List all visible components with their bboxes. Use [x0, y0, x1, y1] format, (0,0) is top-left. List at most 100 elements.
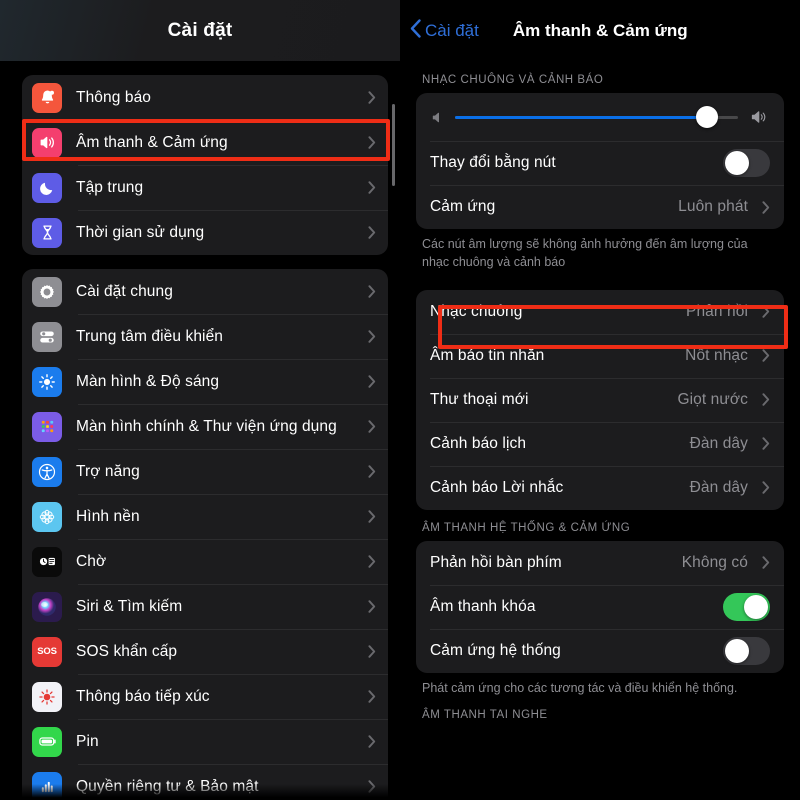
- sidebar-item-label: Chờ: [76, 552, 107, 570]
- row-label: Phản hồi bàn phím: [430, 553, 562, 571]
- section-footer-note: Phát cảm ứng cho các tương tác và điều k…: [422, 680, 738, 695]
- sidebar-item-3[interactable]: Màn hình & Độ sáng: [22, 359, 388, 404]
- row-label: Cảnh báo Lời nhắc: [430, 478, 564, 496]
- sidebar-item-3[interactable]: Tập trung: [22, 165, 388, 210]
- chevron-right-icon: [762, 437, 770, 450]
- chevron-right-icon: [762, 305, 770, 318]
- sidebar-item-label: Hình nền: [76, 507, 140, 525]
- settings-row[interactable]: Nhạc chuông Phản hồi: [416, 290, 784, 334]
- settings-card: Nhạc chuông Phản hồi Âm báo tin nhắn Nốt nh…: [416, 289, 784, 510]
- chevron-right-icon: [368, 420, 376, 433]
- detail-header: Cài đặt Âm thanh & Cảm ứng: [400, 0, 800, 62]
- chevron-right-icon: [368, 735, 376, 748]
- sidebar-item-label: Thông báo tiếp xúc: [76, 687, 210, 705]
- speaker-waves-icon: [32, 127, 62, 158]
- moon-icon: [32, 172, 62, 203]
- back-button[interactable]: Cài đặt: [410, 19, 479, 43]
- sidebar-item-4[interactable]: Màn hình chính & Thư viện ứng dụng: [22, 404, 388, 449]
- toggle-switch[interactable]: [723, 592, 770, 621]
- chevron-right-icon: [368, 645, 376, 658]
- sidebar-item-label: SOS khẩn cấp: [76, 642, 178, 660]
- sidebar-item-10[interactable]: Thông báo tiếp xúc: [22, 674, 388, 719]
- row-value: Luôn phát: [678, 198, 748, 215]
- app-grid-icon: [32, 411, 62, 442]
- speaker-low-icon: [430, 110, 445, 125]
- sidebar-item-9[interactable]: SOS SOS khẩn cấp: [22, 629, 388, 674]
- sidebar-item-6[interactable]: Hình nền: [22, 494, 388, 539]
- section-header: ÂM THANH TAI NGHE: [422, 709, 548, 722]
- chevron-right-icon: [368, 555, 376, 568]
- sidebar-bottom-fade: [0, 784, 400, 800]
- chevron-right-icon: [368, 510, 376, 523]
- sidebar-item-1[interactable]: Cài đặt chung: [22, 269, 388, 314]
- chevron-right-icon: [368, 600, 376, 613]
- sidebar-item-7[interactable]: Chờ: [22, 539, 388, 584]
- row-value: Phản hồi: [686, 302, 748, 320]
- sidebar-item-2[interactable]: Âm thanh & Cảm ứng: [22, 120, 388, 165]
- settings-row[interactable]: Phản hồi bàn phím Không có: [416, 541, 784, 585]
- exposure-notification-icon: [32, 681, 62, 712]
- sidebar-item-8[interactable]: Siri & Tìm kiếm: [22, 584, 388, 629]
- row-value: Nốt nhạc: [685, 346, 748, 364]
- sidebar-item-label: Thời gian sử dụng: [76, 223, 205, 241]
- slider-thumb[interactable]: [695, 106, 718, 128]
- chevron-right-icon: [762, 349, 770, 362]
- sidebar-item-label: Pin: [76, 732, 99, 750]
- sidebar-item-label: Thông báo: [76, 88, 152, 106]
- toggle-knob: [725, 151, 749, 175]
- volume-slider-row[interactable]: [416, 93, 784, 141]
- settings-row[interactable]: Âm thanh khóa: [416, 584, 784, 629]
- sidebar-item-11[interactable]: Pin: [22, 719, 388, 764]
- control-center-sliders-icon: [32, 321, 62, 352]
- section-header: NHẠC CHUÔNG VÀ CẢNH BÁO: [422, 74, 604, 86]
- sidebar-header: Cài đặt: [0, 0, 400, 61]
- sidebar-item-label: Màn hình & Độ sáng: [76, 372, 220, 390]
- sidebar-item-label: Âm thanh & Cảm ứng: [76, 133, 228, 151]
- sidebar-item-label: Siri & Tìm kiếm: [76, 597, 183, 615]
- toggle-switch[interactable]: [723, 149, 770, 177]
- settings-sidebar[interactable]: Cài đặt Thông báo Âm thanh & Cảm ứng Tập t…: [0, 0, 400, 800]
- hourglass-icon: [32, 217, 62, 248]
- chevron-right-icon: [368, 285, 376, 298]
- toggle-knob: [744, 594, 768, 619]
- sound-haptics-detail-pane[interactable]: Cài đặt Âm thanh & Cảm ứng NHẠC CHUÔNG V…: [400, 0, 800, 800]
- chevron-left-icon: [410, 19, 421, 43]
- settings-row[interactable]: Cảm ứng hệ thống: [416, 628, 784, 673]
- sidebar-item-label: Trung tâm điều khiển: [76, 327, 224, 345]
- chevron-right-icon: [368, 226, 376, 239]
- sidebar-scrollbar[interactable]: [392, 104, 395, 186]
- settings-row[interactable]: Cảnh báo lịch Đàn dây: [416, 421, 784, 466]
- section-footer-note: Các nút âm lượng sẽ không ảnh hưởng đến …: [422, 237, 748, 269]
- settings-row[interactable]: Thư thoại mới Giọt nước: [416, 377, 784, 422]
- settings-card: Thay đổi bằng nút Cảm ứng Luôn phát: [416, 93, 784, 229]
- row-label: Âm báo tin nhắn: [430, 346, 545, 364]
- settings-row[interactable]: Cảm ứng Luôn phát: [416, 185, 784, 229]
- standby-clock-icon: [32, 546, 62, 577]
- row-label: Cảm ứng: [430, 198, 496, 215]
- ios-settings-screen: Cài đặt Thông báo Âm thanh & Cảm ứng Tập t…: [0, 0, 800, 800]
- sidebar-title: Cài đặt: [167, 19, 233, 41]
- settings-row[interactable]: Thay đổi bằng nút: [416, 141, 784, 185]
- wallpaper-flower-icon: [32, 501, 62, 532]
- toggle-knob: [725, 638, 749, 663]
- chevron-right-icon: [762, 200, 770, 214]
- brightness-sun-icon: [32, 366, 62, 397]
- sidebar-item-4[interactable]: Thời gian sử dụng: [22, 210, 388, 255]
- battery-icon: [32, 726, 62, 757]
- chevron-right-icon: [762, 393, 770, 406]
- sidebar-item-label: Trợ năng: [76, 462, 140, 480]
- sidebar-item-2[interactable]: Trung tâm điều khiển: [22, 314, 388, 359]
- chevron-right-icon: [368, 330, 376, 343]
- volume-slider[interactable]: [455, 106, 738, 128]
- sidebar-item-1[interactable]: Thông báo: [22, 75, 388, 120]
- row-value: Đàn dây: [689, 434, 748, 452]
- sos-icon: SOS: [32, 636, 62, 667]
- section-header: ÂM THANH HỆ THỐNG & CẢM ỨNG: [422, 521, 631, 534]
- sidebar-item-5[interactable]: Trợ năng: [22, 449, 388, 494]
- toggle-switch[interactable]: [723, 636, 770, 665]
- chevron-right-icon: [762, 556, 770, 569]
- accessibility-icon: [32, 456, 62, 487]
- settings-row[interactable]: Cảnh báo Lời nhắc Đàn dây: [416, 465, 784, 510]
- settings-row[interactable]: Âm báo tin nhắn Nốt nhạc: [416, 333, 784, 378]
